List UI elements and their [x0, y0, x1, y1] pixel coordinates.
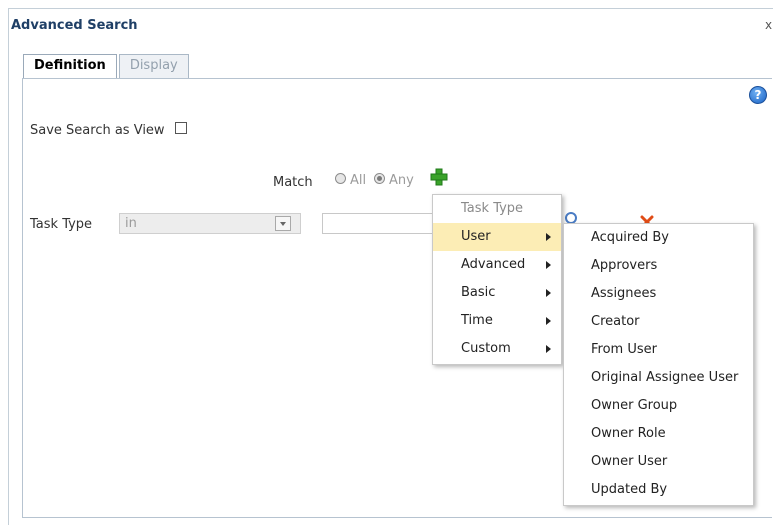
- submenu-item-acquired-by[interactable]: Acquired By: [564, 224, 753, 252]
- close-icon[interactable]: x: [765, 18, 772, 32]
- chevron-down-icon[interactable]: [275, 216, 291, 231]
- menu-item-label: User: [461, 229, 491, 244]
- menu-header: Task Type: [461, 201, 524, 216]
- submenu-item-original-assignee-user[interactable]: Original Assignee User: [564, 364, 753, 392]
- help-icon[interactable]: ?: [749, 86, 767, 104]
- chevron-right-icon: [546, 317, 551, 325]
- submenu-item-assignees[interactable]: Assignees: [564, 280, 753, 308]
- menu-item-label: Advanced: [461, 257, 526, 272]
- menu-item-basic[interactable]: Basic: [433, 279, 561, 307]
- dialog-title: Advanced Search: [11, 18, 138, 33]
- submenu-item-updated-by[interactable]: Updated By: [564, 476, 753, 504]
- menu-item-time[interactable]: Time: [433, 307, 561, 335]
- match-all-label: All: [350, 173, 367, 188]
- task-type-value-input[interactable]: [322, 213, 442, 234]
- menu-item-user[interactable]: User: [433, 223, 561, 251]
- submenu-item-owner-user[interactable]: Owner User: [564, 448, 753, 476]
- match-all-radio[interactable]: [335, 173, 346, 184]
- menu-item-custom[interactable]: Custom: [433, 335, 561, 363]
- menu-item-label: Basic: [461, 285, 496, 300]
- menu-item-label: Custom: [461, 341, 511, 356]
- tab-display[interactable]: Display: [118, 54, 189, 78]
- submenu-item-creator[interactable]: Creator: [564, 308, 753, 336]
- field-category-menu: Task Type User Advanced Basic Time Custo…: [432, 194, 562, 365]
- user-field-submenu: Acquired By Approvers Assignees Creator …: [563, 223, 754, 506]
- menu-item-advanced[interactable]: Advanced: [433, 251, 561, 279]
- match-any-radio[interactable]: [374, 173, 385, 184]
- match-label: Match: [273, 175, 313, 190]
- save-view-label: Save Search as View: [30, 123, 165, 138]
- chevron-right-icon: [546, 345, 551, 353]
- submenu-item-from-user[interactable]: From User: [564, 336, 753, 364]
- tab-bar: Definition Display: [23, 54, 191, 79]
- menu-item-label: Time: [461, 313, 493, 328]
- match-any-label: Any: [389, 173, 414, 188]
- plus-icon[interactable]: [430, 168, 448, 186]
- operator-select-value: in: [125, 216, 137, 231]
- submenu-item-owner-role[interactable]: Owner Role: [564, 420, 753, 448]
- submenu-item-approvers[interactable]: Approvers: [564, 252, 753, 280]
- save-view-checkbox[interactable]: [175, 122, 187, 134]
- task-type-label: Task Type: [30, 217, 93, 232]
- chevron-right-icon: [546, 233, 551, 241]
- chevron-right-icon: [546, 289, 551, 297]
- operator-select[interactable]: in: [119, 213, 301, 234]
- chevron-right-icon: [546, 261, 551, 269]
- tab-definition[interactable]: Definition: [23, 54, 117, 79]
- submenu-item-owner-group[interactable]: Owner Group: [564, 392, 753, 420]
